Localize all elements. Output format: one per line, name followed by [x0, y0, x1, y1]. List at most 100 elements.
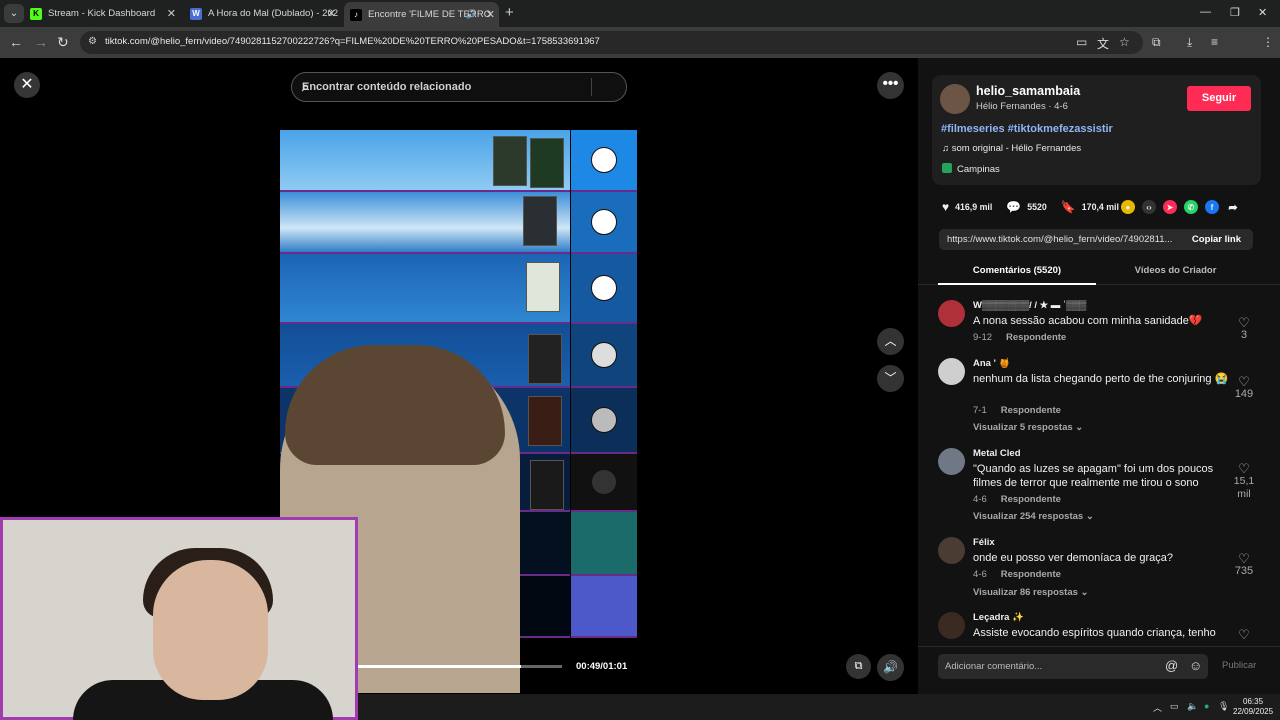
creator-avatar[interactable]	[940, 84, 970, 114]
windows-taskbar: ︿ ▭ 🔈 ● 🎙 06:35 22/09/2025	[358, 694, 1280, 720]
pip-icon[interactable]: ⧉	[846, 654, 871, 679]
comment-input[interactable]: Adicionar comentário... @ ☺	[938, 654, 1208, 679]
comment-meta: 4-6 Respondente	[973, 494, 1061, 505]
share-arrow-icon[interactable]: ➦	[1226, 200, 1240, 214]
video-link[interactable]: https://www.tiktok.com/@helio_fern/video…	[947, 234, 1172, 245]
comment-like[interactable]: ♡ 149	[1230, 375, 1258, 401]
comment-like[interactable]: ♡	[1230, 628, 1258, 641]
meme-face-tier	[571, 454, 637, 512]
comment-placeholder: Adicionar comentário...	[945, 661, 1043, 672]
movie-poster	[528, 396, 562, 446]
comment-icon[interactable]: 💬	[1006, 200, 1021, 214]
network-icon[interactable]: ▭	[1170, 701, 1179, 712]
follow-button[interactable]: Seguir	[1187, 86, 1251, 111]
more-options-button[interactable]: •••	[877, 72, 904, 99]
facebook-icon[interactable]: f	[1204, 200, 1219, 214]
minimize-icon[interactable]: —	[1200, 6, 1211, 18]
close-window-icon[interactable]: ✕	[1258, 6, 1267, 19]
speaker-icon[interactable]: 🔊	[466, 9, 477, 20]
tab-search-icon[interactable]: ⌄	[4, 4, 24, 23]
heart-outline-icon: ♡	[1238, 374, 1250, 389]
movie-poster	[530, 138, 564, 188]
commenter-name[interactable]: Félix	[973, 537, 995, 548]
download-icon[interactable]: ⤓	[1187, 35, 1192, 50]
commenter-avatar[interactable]	[938, 448, 965, 475]
progress-fill	[358, 665, 522, 668]
commenter-avatar[interactable]	[938, 300, 965, 327]
video-progress-bar[interactable]	[358, 665, 562, 668]
extensions-icon[interactable]: ⧉	[1152, 35, 1161, 50]
copy-link-button[interactable]: Copiar link	[1192, 234, 1241, 245]
reply-button[interactable]: Respondente	[1001, 494, 1061, 505]
chevron-up-icon[interactable]: ︿	[1153, 701, 1162, 714]
comment-like[interactable]: ♡ 735	[1230, 552, 1258, 578]
menu-icon[interactable]: ⋮	[1262, 35, 1274, 49]
back-icon[interactable]: ←	[9, 34, 23, 50]
commenter-name[interactable]: Leçadra ✨	[973, 612, 1024, 623]
embed-icon[interactable]: ‹›	[1141, 200, 1156, 214]
restore-icon[interactable]: ❐	[1230, 6, 1240, 19]
view-replies-button[interactable]: Visualizar 254 respostas ⌄	[973, 511, 1094, 522]
translate-icon[interactable]: 文	[1097, 35, 1109, 52]
tab-kick[interactable]: K Stream - Kick Dashboard ✕	[30, 3, 180, 24]
forward-icon[interactable]: →	[34, 34, 48, 50]
publish-button[interactable]: Publicar	[1222, 660, 1256, 671]
close-tab-icon[interactable]: ✕	[327, 7, 336, 20]
security-icon[interactable]: ●	[1204, 701, 1209, 711]
send-icon[interactable]: ➤	[1162, 200, 1177, 214]
music-note-icon: ♫	[942, 143, 952, 154]
related-search-input[interactable]: Encontrar conteúdo relacionado ⌕	[291, 72, 627, 102]
coin-icon[interactable]: ●	[1120, 200, 1135, 214]
cast-icon[interactable]: ▭	[1076, 35, 1087, 49]
tab-comments[interactable]: Comentários (5520)	[938, 265, 1096, 285]
microphone-icon[interactable]: 🎙	[1218, 701, 1229, 712]
reply-button[interactable]: Respondente	[1001, 405, 1061, 416]
close-tab-icon[interactable]: ✕	[167, 7, 176, 20]
url-field[interactable]: ⚙ tiktok.com/@helio_fern/video/749028115…	[80, 31, 1143, 54]
tiktok-icon: ♪	[350, 8, 362, 21]
taskbar-clock[interactable]: 06:35 22/09/2025	[1233, 697, 1273, 717]
next-video-button[interactable]: ﹀	[877, 365, 904, 392]
volume-tray-icon[interactable]: 🔈	[1187, 701, 1198, 712]
site-info-icon[interactable]: ⚙	[88, 36, 97, 47]
commenter-name[interactable]: Metal Cled	[973, 448, 1021, 459]
commenter-name[interactable]: W▒▒▒▒▒▒▒/ / ★ ▬ ʿ▒▒▒	[973, 300, 1086, 311]
commenter-avatar[interactable]	[938, 358, 965, 385]
view-replies-button[interactable]: Visualizar 86 respostas ⌄	[973, 587, 1089, 598]
bookmark-icon[interactable]: 🔖	[1061, 200, 1076, 214]
commenter-name[interactable]: Ana ' 🍯	[973, 358, 1010, 369]
location-label: Campinas	[957, 164, 1000, 175]
hashtags[interactable]: #filmeseries #tiktokmefezassistir	[941, 123, 1113, 135]
tab-hora-do-mal[interactable]: W A Hora do Mal (Dublado) - 202 ✕	[190, 3, 340, 24]
reply-button[interactable]: Respondente	[1001, 569, 1061, 580]
bookmark-star-icon[interactable]: ☆	[1119, 35, 1130, 49]
close-tab-icon[interactable]: ✕	[486, 8, 495, 21]
location-row[interactable]: Campinas	[942, 163, 1000, 175]
reload-icon[interactable]: ↻	[57, 34, 69, 51]
reply-button[interactable]: Respondente	[1006, 332, 1066, 343]
tab-creator-videos[interactable]: Vídeos do Criador	[1098, 265, 1253, 276]
volume-icon[interactable]: 🔊	[877, 654, 904, 681]
view-replies-button[interactable]: Visualizar 5 respostas ⌄	[973, 422, 1083, 433]
comment-like[interactable]: ♡ 3	[1230, 316, 1258, 342]
heart-outline-icon: ♡	[1238, 627, 1250, 642]
comment-like[interactable]: ♡ 15,1 mil	[1230, 462, 1258, 501]
commenter-avatar[interactable]	[938, 537, 965, 564]
new-tab-button[interactable]: +	[505, 4, 514, 21]
commenter-avatar[interactable]	[938, 612, 965, 639]
likes-count: 416,9 mil	[955, 202, 993, 212]
previous-video-button[interactable]: ︿	[877, 328, 904, 355]
heart-icon[interactable]: ♥	[942, 200, 949, 214]
mention-icon[interactable]: @	[1165, 658, 1178, 673]
tab-tiktok[interactable]: ♪ Encontre 'FILME DE TERRO 🔊 ✕	[344, 2, 499, 27]
sound-row[interactable]: ♫ som original - Hélio Fernandes	[942, 143, 1081, 154]
close-video-button[interactable]: ✕	[14, 72, 40, 98]
creator-username[interactable]: helio_samambaia	[976, 84, 1080, 98]
whatsapp-icon[interactable]: ✆	[1183, 200, 1198, 214]
movie-poster	[528, 334, 562, 384]
media-icon[interactable]: ≡	[1211, 35, 1218, 49]
comment-text: "Quando as luzes se apagam" foi um dos p…	[973, 463, 1214, 489]
search-icon[interactable]: ⌕	[302, 79, 616, 95]
emoji-icon[interactable]: ☺	[1189, 658, 1202, 673]
saves-count: 170,4 mil	[1081, 202, 1119, 212]
